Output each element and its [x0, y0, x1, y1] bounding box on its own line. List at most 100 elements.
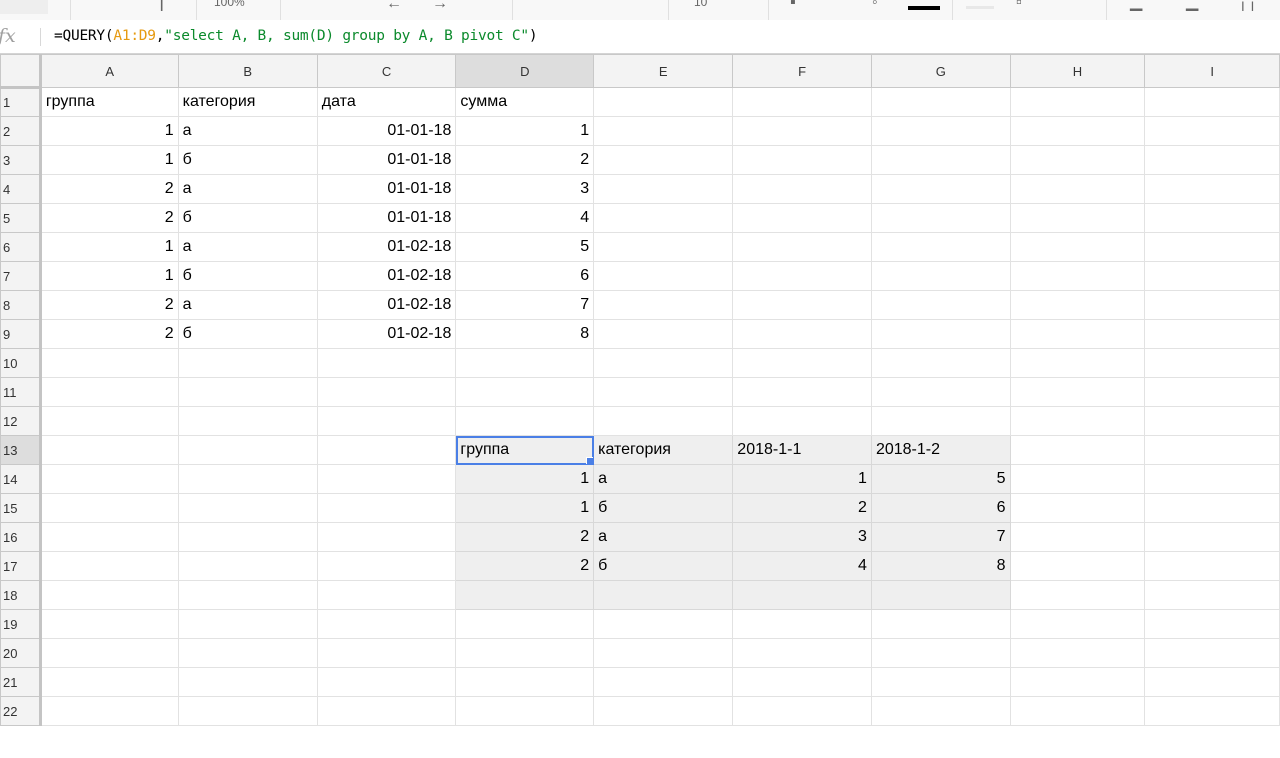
cell-a4[interactable]: 2: [39, 174, 179, 204]
cell-i17[interactable]: [1144, 551, 1280, 581]
cell-e1[interactable]: [593, 87, 734, 117]
row-header-3[interactable]: 3: [0, 145, 42, 175]
cell-h14[interactable]: [1009, 464, 1146, 494]
row-header-6[interactable]: 6: [0, 232, 42, 262]
cell-f17[interactable]: 4: [732, 551, 872, 581]
cell-h5[interactable]: [1009, 203, 1146, 233]
row-header-14[interactable]: 14: [0, 464, 42, 494]
cell-a14[interactable]: [39, 464, 179, 494]
cell-g14[interactable]: 5: [870, 464, 1011, 494]
cell-a1[interactable]: группа: [39, 87, 179, 117]
cell-i15[interactable]: [1144, 493, 1280, 523]
cell-b9[interactable]: б: [177, 319, 318, 349]
cell-h20[interactable]: [1009, 638, 1146, 668]
cell-d5[interactable]: 4: [455, 203, 595, 233]
cell-d20[interactable]: [455, 638, 595, 668]
cell-b8[interactable]: а: [177, 290, 318, 320]
cell-g5[interactable]: [870, 203, 1011, 233]
cell-f3[interactable]: [732, 145, 872, 175]
cell-e18[interactable]: [593, 580, 734, 610]
cell-d16[interactable]: 2: [455, 522, 595, 552]
cell-b5[interactable]: б: [177, 203, 318, 233]
borders-icon[interactable]: ▫: [1016, 0, 1022, 20]
column-header-a[interactable]: A: [39, 54, 179, 88]
cell-c1[interactable]: дата: [316, 87, 457, 117]
cell-g6[interactable]: [870, 232, 1011, 262]
cell-h4[interactable]: [1009, 174, 1146, 204]
cell-h19[interactable]: [1009, 609, 1146, 639]
cell-f12[interactable]: [732, 406, 872, 436]
cell-g2[interactable]: [870, 116, 1011, 146]
cell-h6[interactable]: [1009, 232, 1146, 262]
cell-g13[interactable]: 2018-1-2: [870, 435, 1011, 465]
cell-h17[interactable]: [1009, 551, 1146, 581]
cell-e17[interactable]: б: [593, 551, 734, 581]
cell-e5[interactable]: [593, 203, 734, 233]
cell-g16[interactable]: 7: [870, 522, 1011, 552]
cell-i9[interactable]: [1144, 319, 1280, 349]
cell-b4[interactable]: а: [177, 174, 318, 204]
cell-a17[interactable]: [39, 551, 179, 581]
cell-e6[interactable]: [593, 232, 734, 262]
fill-handle[interactable]: [586, 457, 593, 464]
cell-i1[interactable]: [1144, 87, 1280, 117]
cell-e21[interactable]: [593, 667, 734, 697]
cell-b21[interactable]: [177, 667, 318, 697]
cell-f6[interactable]: [732, 232, 872, 262]
cell-a5[interactable]: 2: [39, 203, 179, 233]
cell-d10[interactable]: [455, 348, 595, 378]
cell-h18[interactable]: [1009, 580, 1146, 610]
cell-g11[interactable]: [870, 377, 1011, 407]
cell-h12[interactable]: [1009, 406, 1146, 436]
selected-cell-d13[interactable]: группа: [455, 435, 595, 465]
cell-i22[interactable]: [1144, 696, 1280, 726]
cell-d9[interactable]: 8: [455, 319, 595, 349]
row-header-4[interactable]: 4: [0, 174, 42, 204]
cell-g12[interactable]: [870, 406, 1011, 436]
cell-i6[interactable]: [1144, 232, 1280, 262]
column-header-h[interactable]: H: [1009, 54, 1146, 88]
cell-c11[interactable]: [316, 377, 457, 407]
cell-h1[interactable]: [1009, 87, 1146, 117]
cell-b2[interactable]: а: [177, 116, 318, 146]
cell-e13[interactable]: категория: [593, 435, 734, 465]
cell-h21[interactable]: [1009, 667, 1146, 697]
cell-g3[interactable]: [870, 145, 1011, 175]
cell-d2[interactable]: 1: [455, 116, 595, 146]
cell-c22[interactable]: [316, 696, 457, 726]
row-header-18[interactable]: 18: [0, 580, 42, 610]
cell-b11[interactable]: [177, 377, 318, 407]
cell-h13[interactable]: [1009, 435, 1146, 465]
cell-b7[interactable]: б: [177, 261, 318, 291]
cell-a13[interactable]: [39, 435, 179, 465]
cell-f5[interactable]: [732, 203, 872, 233]
cell-c18[interactable]: [316, 580, 457, 610]
undo-arrow-icon[interactable]: ←: [386, 0, 402, 14]
toolbar-button-partial[interactable]: [0, 0, 48, 14]
cell-c13[interactable]: [316, 435, 457, 465]
cell-g17[interactable]: 8: [870, 551, 1011, 581]
cell-f20[interactable]: [732, 638, 872, 668]
cell-b20[interactable]: [177, 638, 318, 668]
cell-i12[interactable]: [1144, 406, 1280, 436]
row-header-7[interactable]: 7: [0, 261, 42, 291]
row-header-16[interactable]: 16: [0, 522, 42, 552]
redo-arrow-icon[interactable]: →: [432, 0, 448, 14]
cell-a15[interactable]: [39, 493, 179, 523]
strikethrough-icon[interactable]: ◦: [872, 0, 878, 20]
cell-e22[interactable]: [593, 696, 734, 726]
row-header-5[interactable]: 5: [0, 203, 42, 233]
cell-c2[interactable]: 01-01-18: [316, 116, 457, 146]
cell-b3[interactable]: б: [177, 145, 318, 175]
cell-h10[interactable]: [1009, 348, 1146, 378]
cell-f7[interactable]: [732, 261, 872, 291]
column-header-f[interactable]: F: [732, 54, 872, 88]
cell-h2[interactable]: [1009, 116, 1146, 146]
cell-c12[interactable]: [316, 406, 457, 436]
cell-a7[interactable]: 1: [39, 261, 179, 291]
cell-a11[interactable]: [39, 377, 179, 407]
cell-c16[interactable]: [316, 522, 457, 552]
cell-e15[interactable]: б: [593, 493, 734, 523]
cell-c9[interactable]: 01-02-18: [316, 319, 457, 349]
cell-b1[interactable]: категория: [177, 87, 318, 117]
